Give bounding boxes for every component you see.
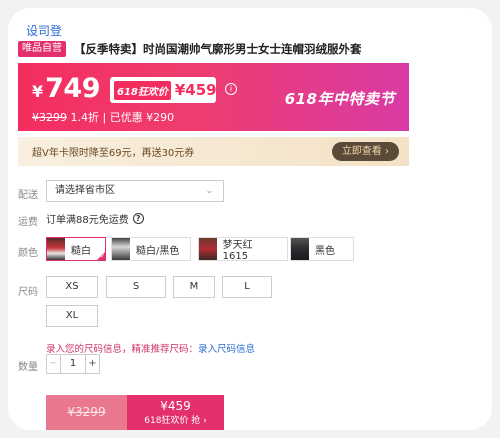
currency-symbol: ¥ [32, 82, 44, 101]
color-option-black[interactable]: 黑色 [290, 237, 354, 261]
color-swatch-image [199, 238, 217, 260]
shipping-label: 运费 [18, 217, 38, 228]
size-hint: 录入您的尺码信息，精准推荐尺码：录入尺码信息 [46, 341, 255, 355]
region-select-value: 请选择省市区 [55, 185, 115, 196]
color-option-label: 糙白 [71, 245, 91, 257]
promo-price-pill: 618狂欢价 ¥459 [110, 77, 217, 103]
size-option-l[interactable]: L [222, 276, 272, 298]
info-icon[interactable]: i [225, 83, 237, 95]
size-option-xs[interactable]: XS [46, 276, 98, 298]
title-row: 唯品自营 【反季特卖】时尚国潮帅气廓形男士女士连帽羽绒服外套 [18, 41, 362, 57]
help-icon[interactable]: ? [132, 213, 144, 224]
buy-now-button[interactable]: ¥459 618狂欢价 抢 › [127, 395, 224, 430]
promo-price: ¥459 [174, 81, 217, 99]
color-swatch-image [112, 238, 130, 260]
size-option-m[interactable]: M [173, 276, 215, 298]
color-label: 颜色 [18, 248, 38, 259]
quantity-stepper: − 1 + [46, 354, 100, 374]
price-sub: ¥3299 1.4折 | 已优惠 ¥290 [32, 109, 174, 125]
shipping-text: 订单满88元免运费 [46, 215, 129, 226]
brand-link[interactable]: 设司登 [26, 22, 62, 39]
decrease-button[interactable]: − [47, 355, 61, 373]
discount-text: 1.4折 | 已优惠 ¥290 [67, 111, 175, 124]
promo-tag: 618狂欢价 [114, 80, 171, 100]
view-now-button[interactable]: 立即查看 › [331, 142, 399, 161]
check-icon: ✓ [99, 253, 105, 260]
quantity-value[interactable]: 1 [61, 355, 85, 373]
chevron-down-icon: ⌄ [205, 186, 213, 196]
event-title: 618年中特卖节 [284, 90, 395, 108]
size-option-xl[interactable]: XL [46, 305, 98, 327]
color-option-label: 梦天红1615 [222, 240, 253, 262]
color-option-rough-white[interactable]: 糙白 ✓ [46, 237, 106, 261]
color-option-label: 黑色 [315, 245, 335, 257]
buy-action-label: 618狂欢价 抢 › [144, 416, 207, 426]
color-option-label: 糙白/黑色 [136, 245, 180, 257]
color-swatch-image [291, 238, 309, 260]
price-banner: ¥ 749 618狂欢价 ¥459 i ¥3299 1.4折 | 已优惠 ¥29… [18, 63, 409, 131]
vip-promo-bar: 超V年卡限时降至69元，再送30元券 立即查看 › [18, 137, 409, 166]
vip-self-operated-badge: 唯品自营 [18, 41, 66, 57]
delivery-label: 配送 [18, 190, 38, 201]
color-swatch-image [47, 238, 65, 260]
color-option-white-black[interactable]: 糙白/黑色 [111, 237, 191, 261]
quantity-label: 数量 [18, 362, 38, 373]
product-panel: 设司登 唯品自营 【反季特卖】时尚国潮帅气廓形男士女士连帽羽绒服外套 ¥ 749… [8, 8, 492, 430]
current-price: ¥ 749 [32, 73, 101, 104]
vip-promo-text: 超V年卡限时降至69元，再送30元券 [32, 148, 195, 159]
original-price: ¥3299 [32, 111, 67, 124]
region-select[interactable]: 请选择省市区 ⌄ [46, 180, 224, 202]
shipping-info: 订单满88元免运费 ? [46, 211, 144, 226]
enter-size-link[interactable]: 录入尺码信息 [198, 344, 255, 355]
current-price-value: 749 [45, 73, 101, 104]
original-price-button[interactable]: ¥3299 [46, 395, 127, 430]
buy-promo-price: ¥459 [160, 399, 191, 413]
size-option-s[interactable]: S [106, 276, 166, 298]
size-label: 尺码 [18, 287, 38, 298]
product-title: 【反季特卖】时尚国潮帅气廓形男士女士连帽羽绒服外套 [74, 42, 362, 56]
color-option-dream-red[interactable]: 梦天红1615 [198, 237, 288, 262]
increase-button[interactable]: + [85, 355, 99, 373]
